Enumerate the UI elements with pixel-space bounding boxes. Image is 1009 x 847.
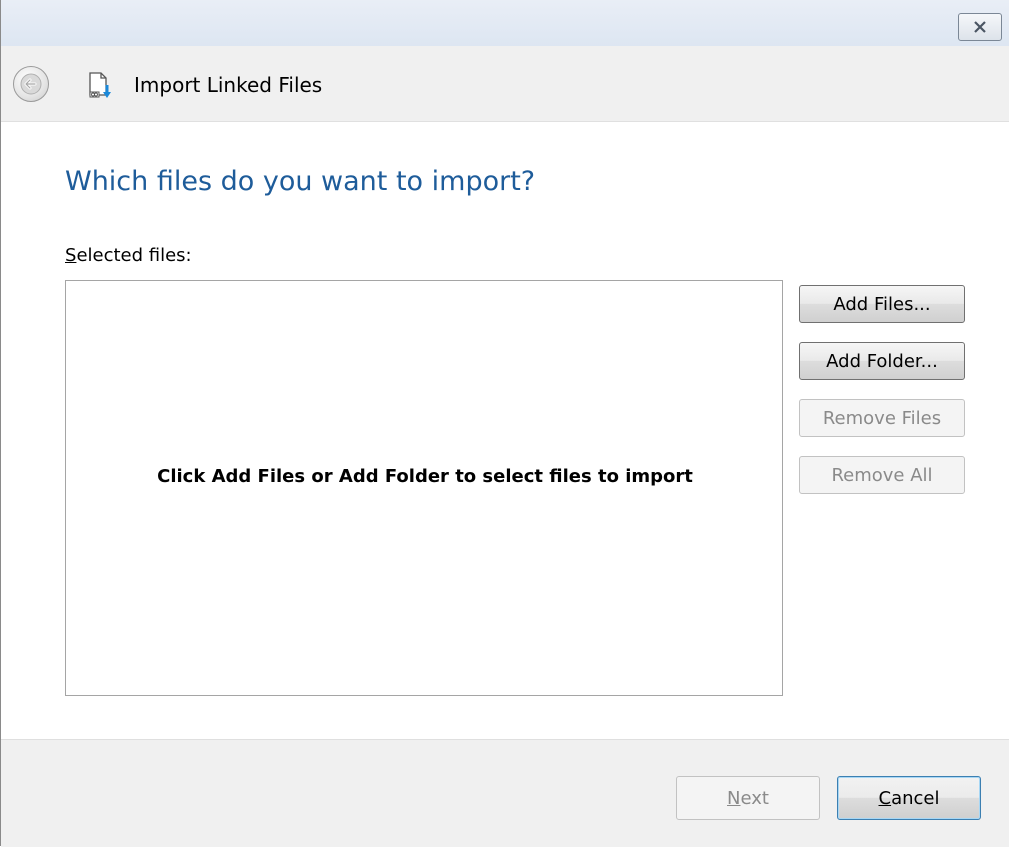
selected-files-mnemonic: S: [65, 245, 77, 266]
add-files-button[interactable]: Add Files...: [799, 285, 965, 323]
wizard-header: Import Linked Files: [1, 46, 1009, 122]
empty-list-message: Click Add Files or Add Folder to select …: [157, 466, 693, 487]
selected-files-label: Selected files:: [65, 245, 192, 266]
cancel-mnemonic: C: [878, 787, 892, 809]
close-icon: [974, 21, 986, 33]
import-linked-files-icon: [85, 71, 115, 101]
import-linked-files-dialog: Import Linked Files Which files do you w…: [0, 0, 1009, 847]
remove-all-button[interactable]: Remove All: [799, 456, 965, 494]
back-button[interactable]: [13, 66, 49, 102]
selected-files-list[interactable]: Click Add Files or Add Folder to select …: [65, 280, 783, 696]
add-folder-button[interactable]: Add Folder...: [799, 342, 965, 380]
wizard-title: Import Linked Files: [134, 73, 323, 97]
back-arrow-icon: [20, 73, 42, 95]
page-heading: Which files do you want to import?: [65, 166, 536, 197]
next-label: ext: [740, 787, 769, 809]
next-button[interactable]: Next: [676, 776, 820, 820]
title-bar: [1, 0, 1009, 46]
cancel-button[interactable]: Cancel: [837, 776, 981, 820]
cancel-label: ancel: [891, 787, 940, 809]
selected-files-label-text: elected files:: [76, 245, 192, 266]
next-mnemonic: N: [727, 787, 741, 809]
close-button[interactable]: [958, 13, 1002, 41]
remove-files-button[interactable]: Remove Files: [799, 399, 965, 437]
wizard-footer: Next Cancel: [1, 739, 1009, 847]
